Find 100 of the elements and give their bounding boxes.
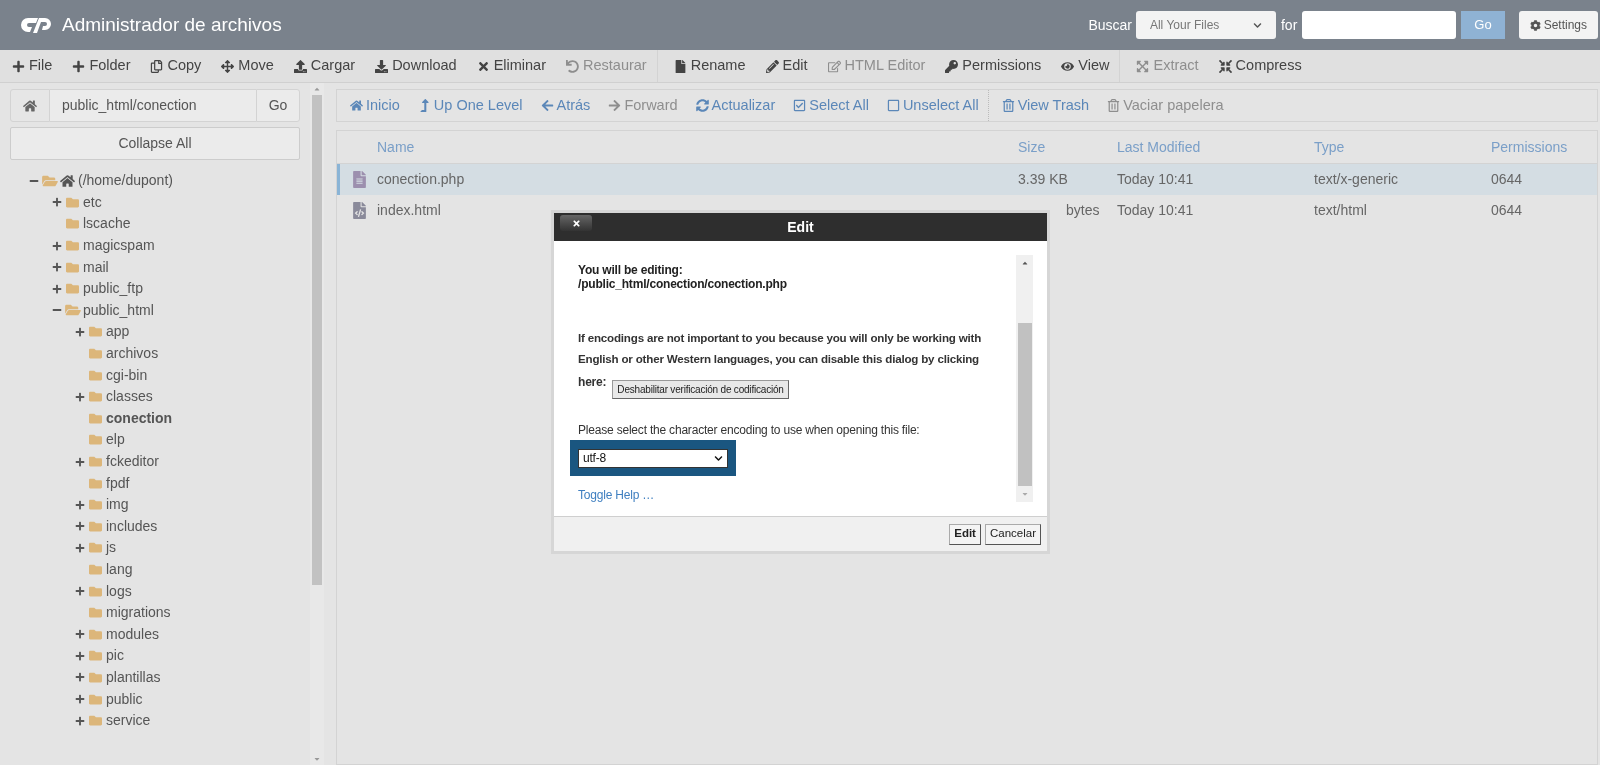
x-icon <box>476 59 490 73</box>
folder-icon <box>88 563 103 576</box>
toolbar-button[interactable]: View <box>1051 55 1120 77</box>
tree-item[interactable]: cgi-bin <box>106 364 148 386</box>
file-row[interactable]: conection.php 3.39 KB Today 10:41 text/x-generic 0644 <box>337 164 1597 195</box>
folder-icon <box>88 627 103 641</box>
tree-item[interactable]: lscache <box>83 213 131 235</box>
tree-item[interactable]: includes <box>106 515 158 537</box>
chevron-down-icon <box>714 453 723 463</box>
expand-icon[interactable] <box>52 262 62 273</box>
expand-icon <box>1136 59 1150 73</box>
settings-button[interactable]: Settings <box>1518 11 1598 39</box>
collapse-all-button[interactable]: Collapse All <box>10 127 300 160</box>
tree-item[interactable]: service <box>106 710 151 732</box>
expand-icon[interactable] <box>75 715 85 726</box>
toolbar-button[interactable]: Folder <box>62 55 141 77</box>
tree-item[interactable]: fckeditor <box>106 451 159 472</box>
app-title: Administrador de archivos <box>62 12 282 37</box>
tree-item[interactable]: lang <box>106 559 133 580</box>
toolbar-button[interactable]: Copy <box>140 55 212 77</box>
toolbar-button[interactable]: Edit <box>755 55 818 77</box>
home-button[interactable] <box>10 89 50 122</box>
tree-item[interactable]: etc <box>83 191 102 213</box>
tree-item[interactable]: public_ftp <box>83 278 143 300</box>
toolbar-button[interactable]: File <box>2 55 63 77</box>
tree-item[interactable]: js <box>106 537 117 559</box>
expand-icon[interactable] <box>75 521 85 532</box>
expand-icon[interactable] <box>75 542 85 553</box>
editing-heading: You will be editing: <box>578 263 684 277</box>
tree-item[interactable]: app <box>106 321 130 343</box>
encoding-select[interactable]: utf-8 <box>578 448 728 468</box>
expand-icon[interactable] <box>52 197 62 208</box>
open-folder-icon <box>42 173 58 188</box>
tree-item[interactable]: public_html <box>83 299 154 321</box>
expand-icon[interactable] <box>75 672 85 683</box>
tree-item[interactable]: migrations <box>106 602 171 624</box>
folder-icon <box>88 455 103 468</box>
path-field[interactable]: public_html/conection <box>50 89 256 122</box>
search-scope-select[interactable]: All Your Files <box>1135 11 1276 39</box>
table-cell-text: conection.php <box>377 170 466 189</box>
folder-icon <box>88 325 103 339</box>
home-icon <box>60 173 75 188</box>
toolbar-button[interactable]: Eliminar <box>466 55 556 77</box>
arrow-left-icon <box>540 99 554 112</box>
undo-icon <box>566 59 579 73</box>
toolbar-button[interactable]: Permissions <box>935 55 1052 77</box>
scroll-up-icon[interactable] <box>1020 259 1029 267</box>
settings-icon <box>1529 19 1541 31</box>
expand-icon[interactable] <box>75 586 85 597</box>
expand-icon[interactable] <box>75 326 85 337</box>
tree-item[interactable]: plantillas <box>106 666 161 688</box>
home-icon <box>23 98 37 113</box>
toolbar-button[interactable]: Download <box>365 55 467 77</box>
tree-item[interactable]: conection <box>106 407 173 429</box>
here-label: here: <box>578 374 607 391</box>
disable-check-button[interactable]: Deshabilitar verificación de codificación <box>612 380 789 399</box>
tree-item[interactable]: magicspam <box>83 235 155 257</box>
tree-item[interactable]: public <box>106 688 143 710</box>
search-field[interactable] <box>1302 11 1457 39</box>
dialog-button[interactable]: Edit <box>949 523 981 545</box>
expand-icon[interactable] <box>75 456 85 467</box>
tree-item[interactable]: mail <box>83 256 109 278</box>
toolbar-button[interactable]: Cargar <box>283 55 366 77</box>
tree-item[interactable]: (/home/dupont) <box>78 170 173 192</box>
encoding-label: Please select the character encoding to use when opening this file: <box>578 422 921 439</box>
tree-item[interactable]: elp <box>106 429 125 451</box>
tree-item[interactable]: modules <box>106 623 159 645</box>
table-cell-text: index.html <box>377 201 442 220</box>
expand-icon[interactable] <box>75 391 85 402</box>
dialog-title: Edit <box>787 217 814 237</box>
tree-item[interactable]: archivos <box>106 343 159 365</box>
folder-icon <box>88 670 103 684</box>
toolbar-button[interactable]: Move <box>211 55 284 77</box>
plus-icon <box>12 59 25 73</box>
expand-icon[interactable] <box>52 240 62 251</box>
toolbar-button[interactable]: Rename <box>663 55 756 77</box>
tree-item[interactable]: pic <box>106 645 124 667</box>
tree-item[interactable]: fpdf <box>106 472 130 494</box>
pencil-icon <box>765 59 779 73</box>
code-file-icon <box>352 202 366 219</box>
folder-icon <box>88 498 103 512</box>
dialog-scrollbar[interactable] <box>1016 255 1033 502</box>
expand-icon[interactable] <box>75 650 85 661</box>
expand-icon[interactable] <box>75 629 85 640</box>
table-cell-text: 3.39 KB <box>1018 170 1069 189</box>
tree-item[interactable]: img <box>106 494 129 516</box>
tree-item[interactable]: classes <box>106 386 153 408</box>
expand-icon[interactable] <box>52 283 62 294</box>
file-icon <box>673 59 687 73</box>
expand-icon[interactable] <box>75 694 85 705</box>
close-button[interactable] <box>560 215 592 231</box>
go-button[interactable]: Go <box>256 89 300 122</box>
folder-icon <box>88 584 103 598</box>
download-icon <box>375 59 389 73</box>
expand-icon[interactable] <box>75 499 85 510</box>
toolbar-button[interactable]: Compress <box>1208 55 1312 77</box>
dialog-button[interactable]: Cancelar <box>984 523 1041 545</box>
folder-icon <box>88 541 103 555</box>
tree-item[interactable]: logs <box>106 580 132 602</box>
toggle-help-link[interactable]: Toggle Help … <box>578 486 1014 504</box>
